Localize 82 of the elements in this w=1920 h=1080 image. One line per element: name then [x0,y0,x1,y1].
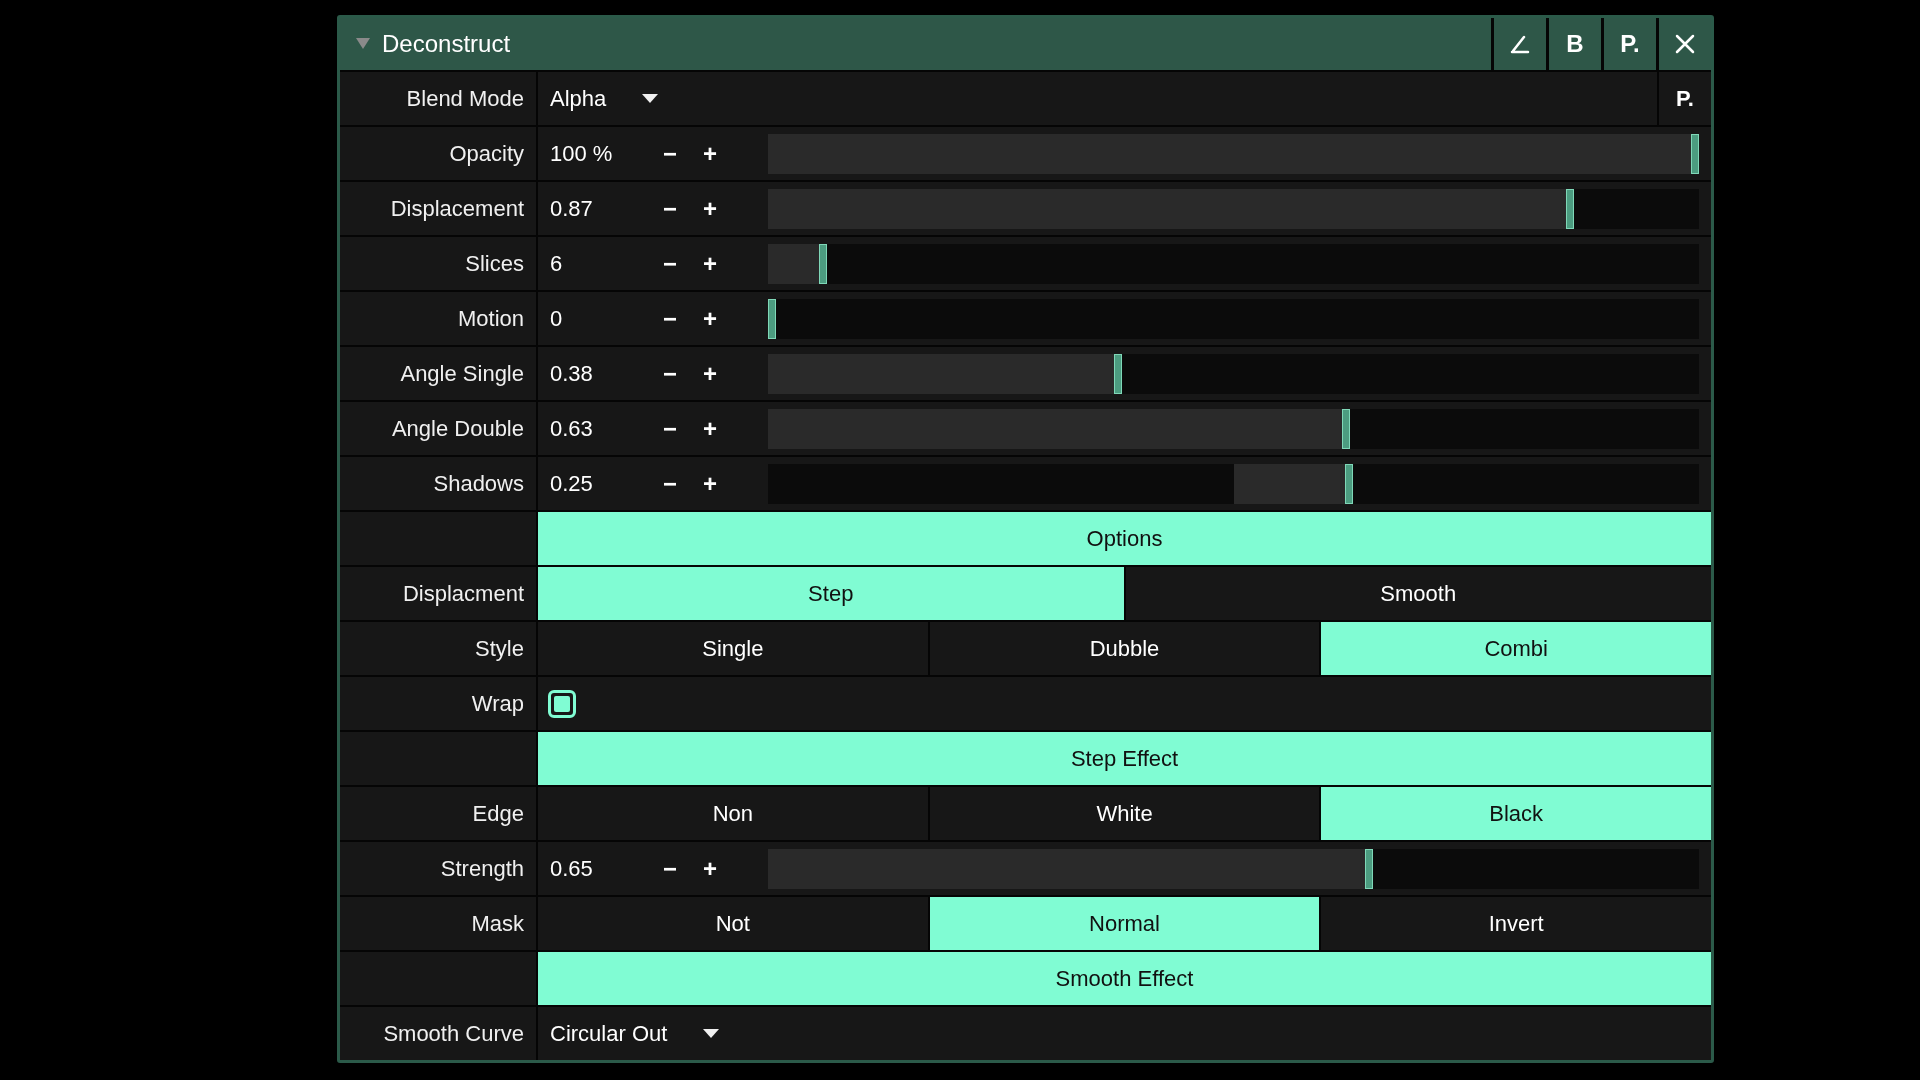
slider-thumb[interactable] [1114,353,1123,394]
slider-thumb[interactable] [1344,463,1353,504]
row-label-cell: Angle Double [340,402,536,455]
increment-button[interactable]: + [690,300,730,337]
decrement-button[interactable]: − [650,300,690,337]
choice-option[interactable]: Normal [929,897,1320,950]
value-text: 0.38 [549,360,594,388]
dropdown[interactable]: Alpha [538,72,1657,125]
row-label-cell: Shadows [340,457,536,510]
slider-track[interactable] [768,243,1699,284]
decrement-button[interactable]: − [650,355,690,392]
choice-option[interactable]: Combi [1321,622,1711,675]
increment-button[interactable]: + [690,245,730,282]
row-label-cell: Smooth Curve [340,1007,536,1060]
row-label-cell: Wrap [340,677,536,730]
row-label-cell: Motion [340,292,536,345]
slider-track[interactable] [768,133,1699,174]
section-header: Step Effect [538,732,1711,785]
slider-thumb[interactable] [768,298,776,339]
dropdown-caret-icon [642,93,659,104]
close-button[interactable] [1659,18,1711,70]
row-label-cell: Edge [340,787,536,840]
row-label-cell: Slices [340,237,536,290]
choice-option[interactable]: White [929,787,1320,840]
choice-option[interactable]: Step [538,567,1124,620]
row-label-cell: Mask [340,897,536,950]
slider-thumb[interactable] [1365,848,1374,889]
choice-option[interactable]: Invert [1321,897,1711,950]
slider-thumb[interactable] [1342,408,1351,449]
panel-title: Deconstruct [382,29,511,59]
choice-option[interactable]: Non [538,787,928,840]
decrement-button[interactable]: − [650,135,690,172]
row-label-cell: Displacment [340,567,536,620]
increment-button[interactable]: + [690,465,730,502]
value-text: 0.63 [549,415,594,443]
close-icon [1674,33,1696,55]
slider-thumb[interactable] [1691,133,1699,174]
value-text: 6 [549,250,564,278]
value-text: 0.87 [549,195,594,223]
slider-track[interactable] [768,353,1699,394]
decrement-button[interactable]: − [650,465,690,502]
row-label-cell: Angle Single [340,347,536,400]
row-label-cell: Style [340,622,536,675]
choice-option[interactable]: Not [538,897,928,950]
angle-icon [1509,33,1531,55]
slider-thumb[interactable] [818,243,827,284]
decrement-button[interactable]: − [650,850,690,887]
row-label-cell: Displacement [340,182,536,235]
decrement-button[interactable]: − [650,245,690,282]
header-button[interactable]: B [1549,18,1601,70]
increment-button[interactable]: + [690,850,730,887]
row-label-cell: Blend Mode [340,72,536,125]
increment-button[interactable]: + [690,355,730,392]
header-button[interactable]: P. [1604,18,1656,70]
decrement-button[interactable]: − [650,410,690,447]
slider-track[interactable] [768,188,1699,229]
increment-button[interactable]: + [690,410,730,447]
choice-option[interactable]: Black [1321,787,1711,840]
section-header: Smooth Effect [538,952,1711,1005]
section-header: Options [538,512,1711,565]
value-text: 0.65 [549,855,594,883]
row-label-cell: Opacity [340,127,536,180]
slider-track[interactable] [768,848,1699,889]
slider-track[interactable] [768,463,1699,504]
preset-button[interactable]: P. [1659,72,1711,125]
slider-thumb[interactable] [1566,188,1575,229]
value-text: 0 [549,305,564,333]
decrement-button[interactable]: − [650,190,690,227]
slider-track[interactable] [768,298,1699,339]
choice-option[interactable]: Smooth [1125,567,1711,620]
checkbox[interactable] [548,689,576,718]
dropdown-caret-icon [703,1028,720,1039]
value-text: 0.25 [549,470,594,498]
increment-button[interactable]: + [690,135,730,172]
value-text: 100 % [549,140,614,168]
slider-track[interactable] [768,408,1699,449]
row-label-cell: Strength [340,842,536,895]
choice-option[interactable]: Dubble [929,622,1320,675]
choice-option[interactable]: Single [538,622,928,675]
angle-button[interactable] [1494,18,1546,70]
increment-button[interactable]: + [690,190,730,227]
dropdown[interactable]: Circular Out [538,1007,1711,1060]
